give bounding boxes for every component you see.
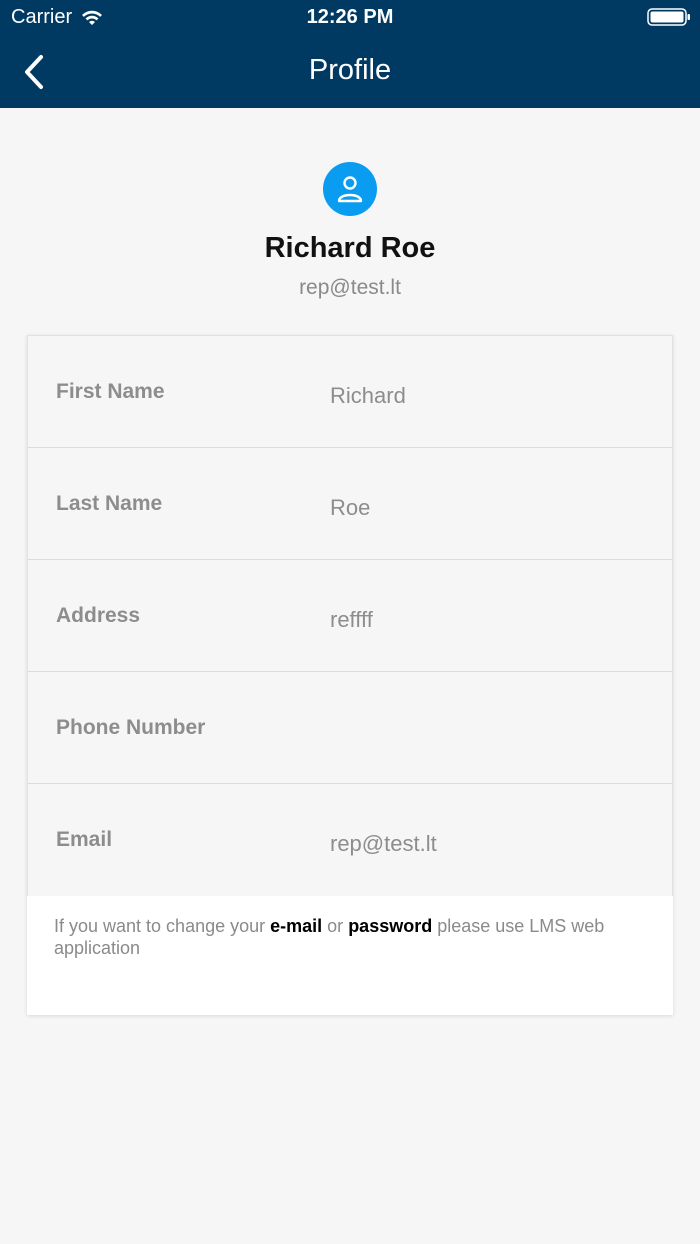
chevron-left-icon bbox=[25, 55, 43, 89]
field-label: Email bbox=[56, 828, 113, 851]
status-bar: Carrier 12:26 PM bbox=[0, 0, 700, 36]
battery-icon bbox=[647, 8, 690, 26]
address-field[interactable]: Address reffff bbox=[28, 560, 672, 672]
last-name-field[interactable]: Last Name Roe bbox=[28, 448, 672, 560]
back-button[interactable] bbox=[14, 50, 54, 94]
note-email-word: e-mail bbox=[270, 916, 323, 936]
profile-fields: First Name Richard Last Name Roe Address… bbox=[27, 335, 673, 896]
wifi-icon bbox=[82, 10, 103, 25]
profile-email: rep@test.lt bbox=[299, 276, 401, 299]
note-text: If you want to change your bbox=[54, 916, 271, 936]
field-label: Address bbox=[56, 604, 141, 627]
profile-name: Richard Roe bbox=[264, 232, 436, 264]
phone-number-field[interactable]: Phone Number bbox=[28, 672, 672, 784]
navigation-bar: Profile bbox=[0, 36, 700, 108]
note-text: or bbox=[322, 916, 349, 936]
avatar bbox=[323, 162, 377, 216]
field-label: Last Name bbox=[56, 492, 163, 515]
clock: 12:26 PM bbox=[306, 6, 394, 28]
first-name-field[interactable]: First Name Richard bbox=[28, 336, 672, 448]
email-field[interactable]: Email rep@test.lt bbox=[28, 784, 672, 896]
field-label: First Name bbox=[56, 380, 165, 403]
profile-card: First Name Richard Last Name Roe Address… bbox=[27, 335, 673, 1015]
carrier-label: Carrier bbox=[11, 6, 73, 28]
field-value[interactable]: rep@test.lt bbox=[330, 831, 437, 857]
change-credentials-note: If you want to change your e-mail or pas… bbox=[54, 915, 654, 959]
field-value[interactable]: reffff bbox=[330, 607, 373, 633]
field-value[interactable]: Roe bbox=[330, 495, 370, 521]
field-value[interactable]: Richard bbox=[330, 383, 406, 409]
page-title: Profile bbox=[308, 54, 392, 86]
note-password-word: password bbox=[348, 916, 433, 936]
carrier-info: Carrier bbox=[11, 6, 104, 29]
user-icon bbox=[337, 176, 363, 203]
top-bar: Carrier 12:26 PM Profile bbox=[0, 0, 700, 108]
field-label: Phone Number bbox=[56, 716, 206, 739]
